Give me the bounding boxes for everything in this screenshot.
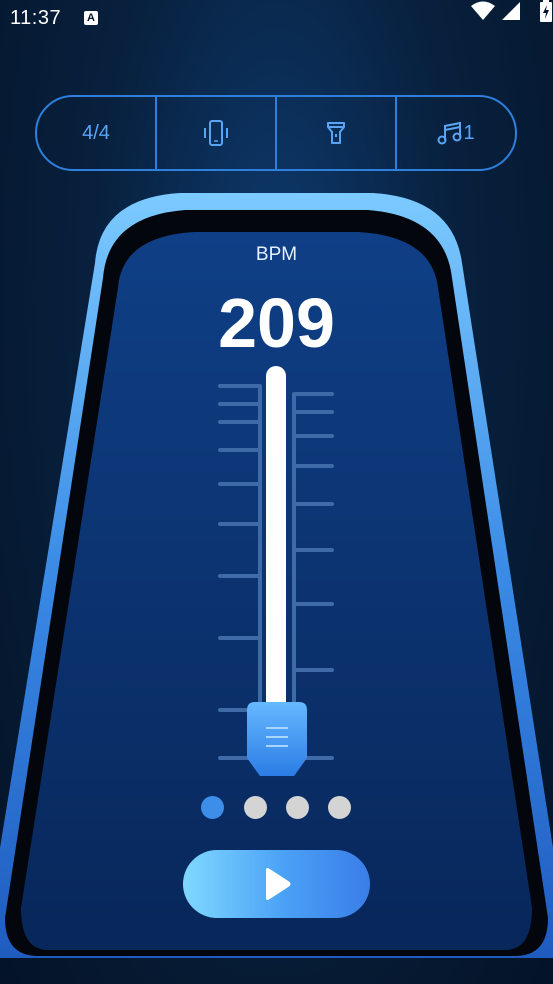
play-icon (265, 868, 290, 900)
settings-toolbar: 4/4 1 (35, 95, 517, 171)
flashlight-icon (327, 122, 345, 144)
vibrate-button[interactable] (157, 97, 277, 169)
music-note-icon (437, 121, 462, 145)
page-dot[interactable] (286, 796, 309, 819)
signal-icon (502, 2, 520, 20)
slider-thumb (247, 702, 307, 776)
slider-track (266, 366, 286, 726)
page-indicator (201, 796, 361, 820)
status-bar: 11:37 A (0, 0, 553, 38)
page-dot-active[interactable] (201, 796, 224, 819)
sound-number: 1 (463, 121, 475, 144)
time-signature-label: 4/4 (82, 121, 110, 144)
sound-button[interactable]: 1 (397, 97, 515, 169)
time-signature-button[interactable]: 4/4 (37, 97, 157, 169)
bpm-value: 209 (218, 284, 335, 362)
play-button[interactable] (183, 850, 370, 918)
page-dot[interactable] (244, 796, 267, 819)
tempo-slider[interactable] (200, 360, 350, 785)
bpm-label: BPM (255, 244, 298, 265)
wifi-icon (471, 1, 495, 20)
page-dot[interactable] (328, 796, 351, 819)
flashlight-button[interactable] (277, 97, 397, 169)
status-time: 11:37 (10, 7, 62, 29)
battery-icon (540, 0, 552, 22)
a-icon: A (84, 11, 98, 25)
vibrate-icon (204, 120, 228, 146)
